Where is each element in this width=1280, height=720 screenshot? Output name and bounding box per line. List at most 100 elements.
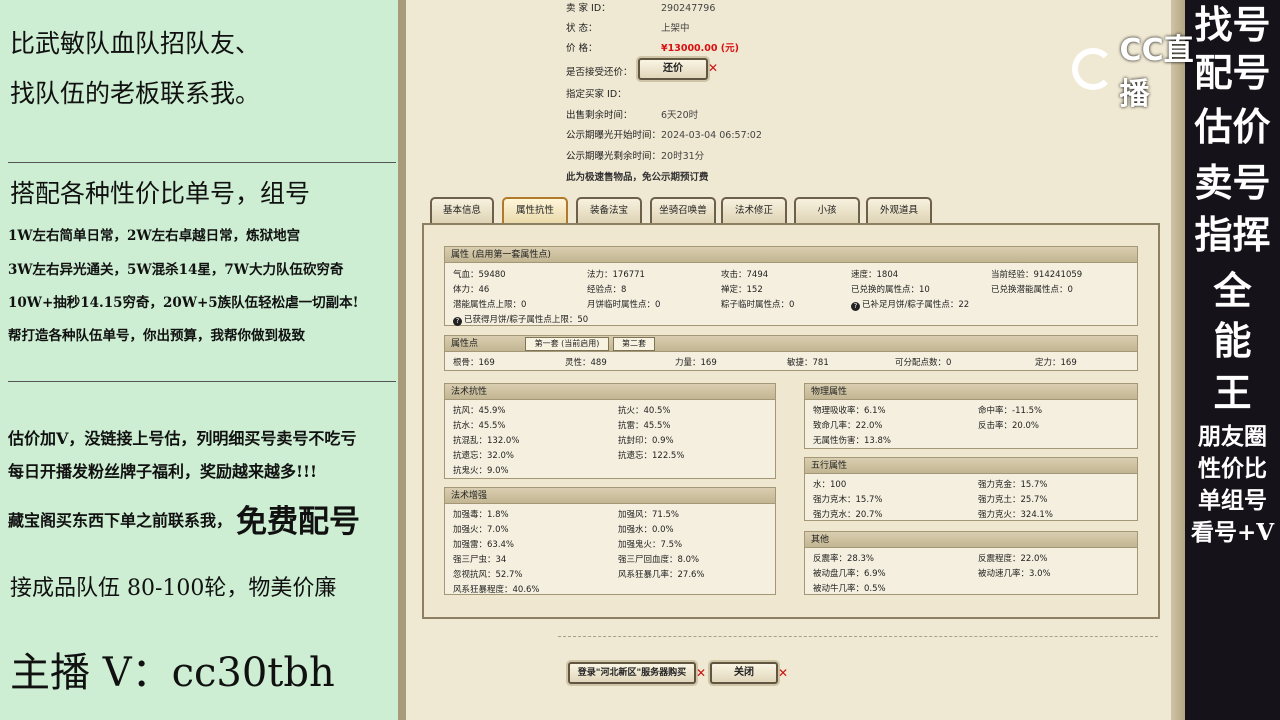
status-row: 状 态： 上架中 <box>566 23 690 34</box>
stat-cell: 已兑换潜能属性点：0 <box>991 285 1073 295</box>
stat-cell: 体力：46 <box>453 285 490 295</box>
remain-time-row: 出售剩余时间： 6天20时 <box>566 110 699 121</box>
seller-id-row: 卖 家 ID： 290247796 <box>566 3 716 14</box>
stat-cell: 可分配点数：0 <box>895 358 952 368</box>
help-icon[interactable]: ? <box>851 302 860 311</box>
stat-cell: 风系狂暴程度：40.6% <box>453 585 540 595</box>
stat-cell: 加强鬼火：7.5% <box>618 540 683 550</box>
stat-cell: 抗混乱：132.0% <box>453 436 520 446</box>
stat-cell: 强力克土：25.7% <box>978 495 1048 505</box>
spell-enhance-section: 法术增强 加强毒：1.8% 加强风：71.5% 加强火：7.0% 加强水：0.0% 加强… <box>444 487 776 595</box>
offer-item-1: 1W左右简单日常，2W左右卓越日常，炼狱地宫 <box>8 228 301 244</box>
stat-cell: 反震率：28.3% <box>813 554 875 564</box>
stat-cell: 攻击：7494 <box>721 270 769 280</box>
stat-cell: 气血：59480 <box>453 270 506 280</box>
stat-cell: 致命几率：22.0% <box>813 421 883 431</box>
attribute-section: 属性 (启用第一套属性点) 气血：59480 法力：176771 攻击：7494 速度… <box>444 246 1138 326</box>
help-icon[interactable]: ? <box>453 317 462 326</box>
stat-cell: 反震程度：22.0% <box>978 554 1048 564</box>
stat-cell: 被动盘几率：6.9% <box>813 569 886 579</box>
treasure-text: 藏宝阁买东西下单之前联系我， <box>8 510 233 530</box>
stat-cell: 抗遗忘：32.0% <box>453 451 515 461</box>
public-start-row: 公示期曝光开始时间：2024-03-04 06:57:02 <box>566 130 762 141</box>
stat-cell: 抗鬼火：9.0% <box>453 466 509 476</box>
stat-cell: ? 已获得月饼/粽子属性点上限：50 <box>453 313 588 326</box>
close-button[interactable]: 关闭 <box>710 662 778 684</box>
tab-child[interactable]: 小孩 <box>794 197 860 224</box>
stat-cell: 加强雷：63.4% <box>453 540 515 550</box>
stat-cell: 反击率：20.0% <box>978 421 1040 431</box>
login-server-buy-button[interactable]: 登录"河北新区"服务器购买 <box>568 662 696 684</box>
close-icon: ✕ <box>778 666 789 680</box>
stat-cell: 敏捷：781 <box>787 358 829 368</box>
daily-line: 每日开播发粉丝牌子福利，奖励越来越多!!! <box>8 462 318 481</box>
tab-equipment[interactable]: 装备法宝 <box>576 197 642 224</box>
stat-cell: 潜能属性点上限：0 <box>453 300 527 310</box>
stat-cell: ? 已补足月饼/粽子属性点：22 <box>851 298 969 311</box>
stat-cell: 强三尸回血度：8.0% <box>618 555 700 565</box>
divider <box>8 381 396 382</box>
stat-cell: 法力：176771 <box>587 270 645 280</box>
tab-points-set-1[interactable]: 第一套 (当前启用) <box>525 337 609 351</box>
recruit-line-1: 比武敏队血队招队友、 <box>10 29 261 58</box>
stat-cell: 水：100 <box>813 480 847 490</box>
stat-text: 已获得月饼/粽子属性点上限：50 <box>464 315 589 325</box>
other-section: 其他 反震率：28.3% 反震程度：22.0% 被动盘几率：6.9% 被动速几率：3.… <box>804 531 1138 595</box>
divider <box>8 162 396 163</box>
stat-cell: 强力克金：15.7% <box>978 480 1048 490</box>
stat-cell: 命中率：-11.5% <box>978 406 1043 416</box>
stat-cell: 抗水：45.5% <box>453 421 506 431</box>
tab-appearance[interactable]: 外观道具 <box>866 197 932 224</box>
tab-basic-info[interactable]: 基本信息 <box>430 197 494 224</box>
tab-attributes[interactable]: 属性抗性 <box>502 197 568 224</box>
stat-cell: 物理吸收率：6.1% <box>813 406 886 416</box>
stat-cell: 力量：169 <box>675 358 717 368</box>
section-header: 其他 <box>805 532 1137 548</box>
stat-cell: 定力：169 <box>1035 358 1077 368</box>
stat-cell: 经验点：8 <box>587 285 627 295</box>
tab-mounts-pets[interactable]: 坐骑召唤兽 <box>650 197 716 224</box>
stat-cell: 风系狂暴几率：27.6% <box>618 570 705 580</box>
stat-cell: 粽子临时属性点：0 <box>721 300 795 310</box>
stat-cell: 禅定：152 <box>721 285 763 295</box>
fast-sale-note: 此为极速售物品，免公示期预订费 <box>566 172 709 183</box>
stat-cell: 月饼临时属性点：0 <box>587 300 661 310</box>
promo-text: 王 <box>1213 370 1252 415</box>
attributes-panel: 属性 (启用第一套属性点) 气血：59480 法力：176771 攻击：7494 速度… <box>422 223 1160 619</box>
cc-live-logo: CC直播 <box>1072 33 1222 112</box>
stat-cell: 强三尸虫：34 <box>453 555 507 565</box>
promo-text: 看号+V <box>1190 519 1275 546</box>
stat-cell: 速度：1804 <box>851 270 899 280</box>
stat-cell: 抗火：40.5% <box>618 406 671 416</box>
free-match-text: 免费配号 <box>236 504 361 540</box>
tab-points-set-2[interactable]: 第二套 <box>613 337 655 351</box>
offer-item-2: 3W左右异光通关，5W混杀14星，7W大力队伍砍穷奇 <box>8 262 344 278</box>
logo-text: CC直播 <box>1119 33 1194 112</box>
public-left-row: 公示期曝光剩余时间：20时31分 <box>566 151 705 162</box>
stat-cell: 抗风：45.9% <box>453 406 506 416</box>
stat-cell: 加强风：71.5% <box>618 510 680 520</box>
section-header: 法术增强 <box>445 488 775 504</box>
tab-spell-mods[interactable]: 法术修正 <box>721 197 787 224</box>
section-header: 物理属性 <box>805 384 1137 400</box>
stat-cell: 加强火：7.0% <box>453 525 509 535</box>
recruit-line-2: 找队伍的老板联系我。 <box>10 79 261 108</box>
promo-text: 性价比 <box>1198 455 1267 482</box>
section-header: 法术抗性 <box>445 384 775 400</box>
stat-cell: 灵性：489 <box>565 358 607 368</box>
stat-cell: 加强毒：1.8% <box>453 510 509 520</box>
estimate-line: 估价加V，没链接上号估，列明细买号卖号不吃亏 <box>8 429 357 448</box>
stat-cell: 被动速几率：3.0% <box>978 569 1051 579</box>
offer-item-4: 帮打造各种队伍单号，你出预算，我帮你做到极致 <box>8 328 305 344</box>
cc-logo-icon <box>1072 48 1114 90</box>
spell-resist-section: 法术抗性 抗风：45.9% 抗火：40.5% 抗水：45.5% 抗雷：45.5% 抗混乱… <box>444 383 776 479</box>
divider <box>558 636 1158 637</box>
points-section: 属性点 第一套 (当前启用) 第二套 根骨：169 灵性：489 力量：169 敏捷：… <box>444 335 1138 371</box>
buyer-id-row: 指定买家 ID： <box>566 89 627 100</box>
section-header: 五行属性 <box>805 458 1137 474</box>
stat-cell: 当前经验：914241059 <box>991 270 1083 280</box>
promo-text: 指挥 <box>1194 212 1271 257</box>
stat-cell: 抗遗忘：122.5% <box>618 451 685 461</box>
counter-offer-button[interactable]: 还价 <box>638 58 708 80</box>
promo-text: 朋友圈 <box>1198 423 1267 450</box>
